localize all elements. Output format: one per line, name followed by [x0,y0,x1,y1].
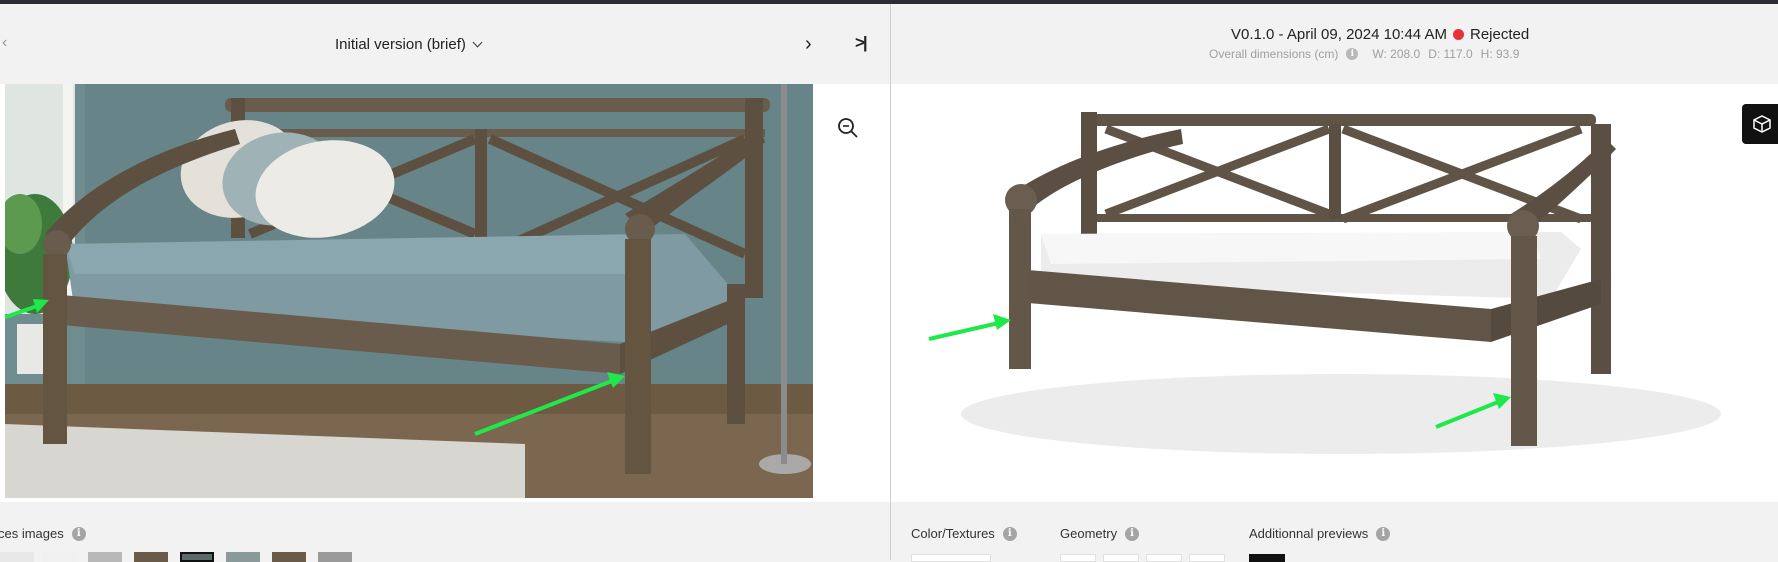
dimension-depth: D: 117.0 [1428,47,1473,61]
reference-photo[interactable] [5,84,813,498]
dimension-width: W: 208.0 [1372,47,1421,61]
info-icon[interactable]: i [1376,526,1391,541]
texture-swatch[interactable] [911,554,991,562]
chevron-down-icon [472,37,483,48]
dimension-height: H: 93.9 [1480,47,1520,61]
skip-to-end-icon[interactable]: >| [855,33,868,53]
tab-color-textures-label: Color/Textures [911,526,995,541]
chevron-left-icon[interactable]: ‹ [2,34,7,52]
reference-image-area [0,84,890,502]
version-info-text: V0.1.0 - April 09, 2024 10:44 AM [1231,26,1447,43]
reference-photo-graphic [5,84,813,498]
reference-thumbnail[interactable] [0,552,34,562]
version-dropdown-label: Initial version (brief) [335,36,466,53]
references-footer: ces images i [0,502,890,562]
info-icon[interactable]: i [71,526,86,541]
dimensions-row: Overall dimensions (cm) i W: 208.0 D: 11… [1209,47,1519,61]
info-icon[interactable]: i [1346,48,1359,60]
reference-thumbnail-selected[interactable] [180,552,214,562]
geometry-thumbnail[interactable] [1189,554,1225,562]
3d-cube-icon[interactable] [1742,104,1778,144]
model-render-area[interactable] [891,84,1778,502]
reference-thumbnail[interactable] [318,552,352,562]
zoom-out-icon[interactable] [836,116,860,140]
version-dropdown[interactable]: Initial version (brief) [335,36,483,53]
model-footer: Color/Textures i Geometry i Additionnal … [891,502,1778,562]
geometry-thumbnail[interactable] [1103,554,1139,562]
info-icon[interactable]: i [1002,526,1017,541]
status-dot-icon [1452,29,1464,40]
chevron-right-icon[interactable]: › [805,33,812,56]
preview-thumbnail[interactable] [1249,554,1285,562]
model-header: V0.1.0 - April 09, 2024 10:44 AM Rejecte… [891,4,1778,84]
dimensions-label: Overall dimensions (cm) [1209,47,1339,61]
version-info: V0.1.0 - April 09, 2024 10:44 AM Rejecte… [1231,26,1529,43]
references-label: ces images [0,526,64,541]
reference-thumbnail[interactable] [88,552,122,562]
status-badge: Rejected [1469,26,1530,43]
reference-thumbnail[interactable] [134,552,168,562]
geometry-thumbnail[interactable] [1060,554,1096,562]
tab-color-textures[interactable]: Color/Textures i [911,526,1017,541]
model-pane: V0.1.0 - April 09, 2024 10:44 AM Rejecte… [890,4,1778,562]
reference-thumbnail[interactable] [42,552,76,562]
reference-thumbnail[interactable] [226,552,260,562]
reference-pane: ‹ Initial version (brief) › >| ces image… [0,4,890,562]
info-icon[interactable]: i [1125,526,1140,541]
model-render-graphic [928,112,1721,454]
references-label-group: ces images i [0,526,86,541]
reference-header: ‹ Initial version (brief) › >| [0,4,890,84]
tab-geometry[interactable]: Geometry i [1060,526,1140,541]
geometry-thumbnail[interactable] [1146,554,1182,562]
tab-additional-previews[interactable]: Additionnal previews i [1249,526,1391,541]
tab-additional-previews-label: Additionnal previews [1249,526,1369,541]
tab-geometry-label: Geometry [1060,526,1118,541]
reference-thumbnail[interactable] [272,552,306,562]
